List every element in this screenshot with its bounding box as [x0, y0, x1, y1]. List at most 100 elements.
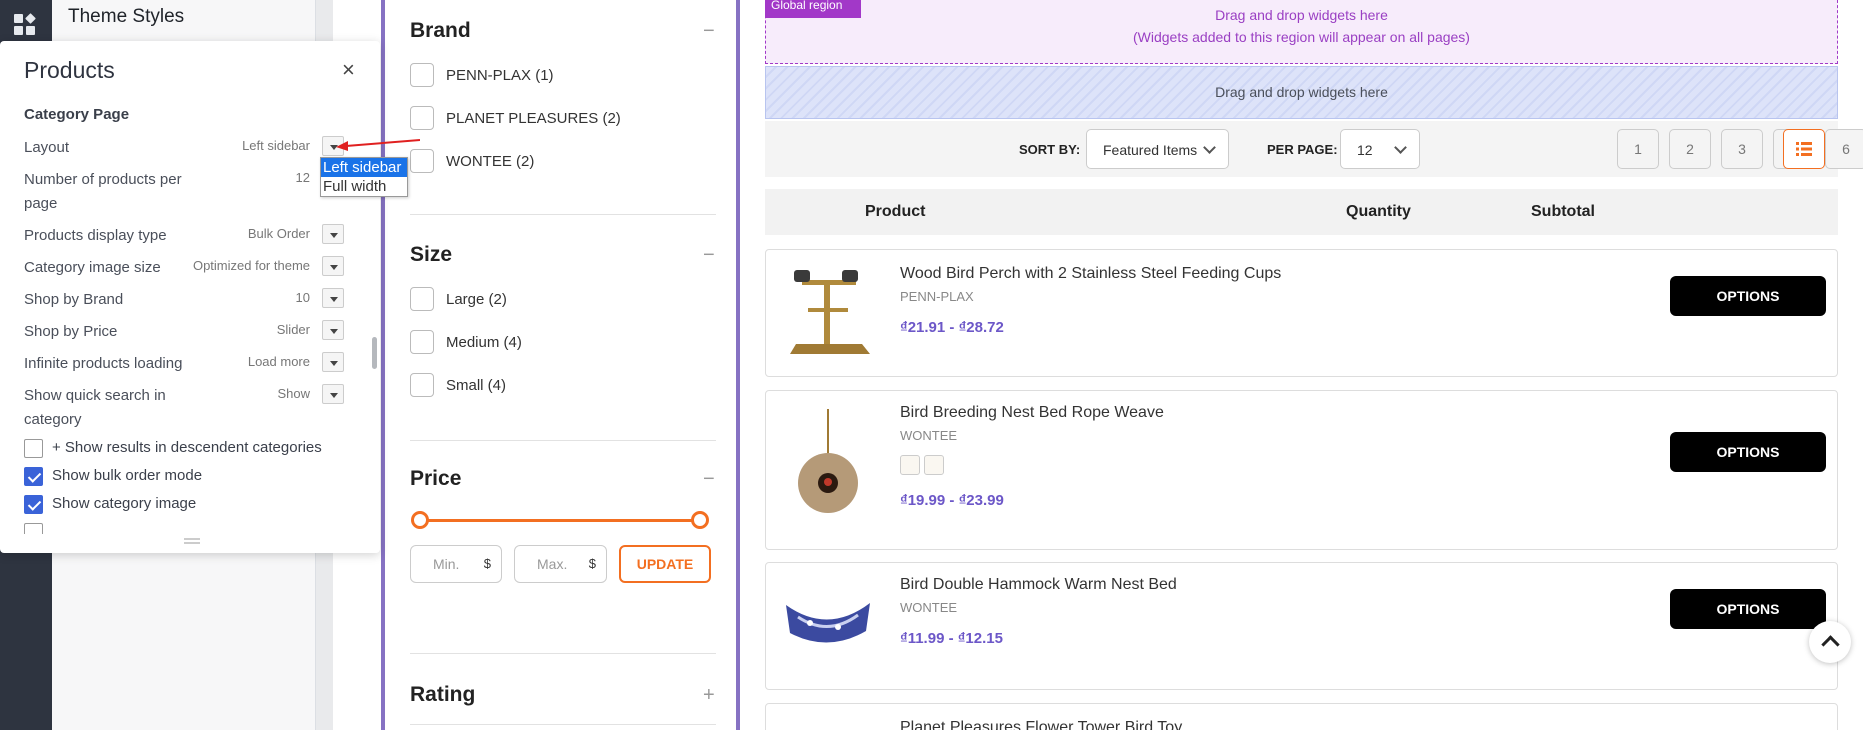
price-slider-max-handle[interactable]	[691, 511, 709, 529]
rating-filter-title[interactable]: Rating	[410, 683, 475, 707]
price-update-button[interactable]: UPDATE	[619, 545, 711, 583]
setting-shop-by-price: Shop by Price Slider	[24, 320, 344, 344]
layout-option-left-sidebar[interactable]: Left sidebar	[321, 158, 407, 177]
price-min-input[interactable]: Min. $	[410, 545, 502, 583]
product-price: ₫11.99 - ₫12.15	[900, 630, 1003, 647]
bulk-order-checkbox[interactable]: Show bulk order mode	[24, 466, 354, 488]
product-table-header: Product Quantity Subtotal	[765, 189, 1838, 235]
sort-label: SORT BY:	[1019, 142, 1081, 157]
per-page-label: PER PAGE:	[1267, 142, 1338, 157]
brand-collapse-icon[interactable]: −	[703, 20, 715, 43]
product-column-header: Product	[865, 203, 926, 220]
display-type-dropdown[interactable]	[322, 224, 344, 244]
size-filter-title[interactable]: Size	[410, 243, 452, 267]
close-icon[interactable]: ×	[342, 59, 355, 81]
product-name[interactable]: Wood Bird Perch with 2 Stainless Steel F…	[900, 265, 1281, 283]
price-max-input[interactable]: Max. $	[514, 545, 607, 583]
section-heading: Category Page	[24, 106, 130, 123]
per-page-select[interactable]: 12	[1340, 129, 1420, 169]
setting-products-per-page: Number of products per page 12	[24, 170, 310, 212]
checkbox[interactable]	[24, 439, 43, 458]
divider	[410, 653, 716, 654]
checkbox[interactable]	[410, 149, 434, 173]
quick-search-dropdown[interactable]	[322, 384, 344, 404]
scroll-to-top-button[interactable]	[1809, 621, 1851, 663]
product-row: Bird Breeding Nest Bed Rope Weave WONTEE…	[765, 390, 1838, 550]
product-price: ₫21.91 - ₫28.72	[900, 319, 1004, 336]
divider	[410, 440, 716, 441]
checkbox[interactable]	[410, 106, 434, 130]
price-collapse-icon[interactable]: −	[703, 468, 715, 491]
checkbox[interactable]	[24, 467, 43, 486]
checkbox[interactable]	[24, 523, 43, 534]
resize-grip-icon[interactable]	[184, 538, 200, 544]
apps-grid-icon[interactable]	[14, 13, 36, 36]
product-name[interactable]: Bird Breeding Nest Bed Rope Weave	[900, 404, 1164, 422]
shop-by-price-dropdown[interactable]	[322, 320, 344, 340]
image-size-dropdown[interactable]	[322, 256, 344, 276]
divider	[410, 724, 716, 725]
brand-filter-title[interactable]: Brand	[410, 19, 471, 43]
product-image[interactable]	[780, 575, 876, 671]
variant-swatch[interactable]	[924, 455, 944, 475]
shop-by-brand-dropdown[interactable]	[322, 288, 344, 308]
setting-category-image-size: Category image size Optimized for theme	[24, 256, 344, 280]
setting-shop-by-brand: Shop by Brand 10	[24, 288, 344, 312]
page-button[interactable]: 2	[1669, 129, 1711, 169]
size-collapse-icon[interactable]: −	[703, 244, 715, 267]
product-image[interactable]	[780, 409, 876, 525]
page-region-dropzone[interactable]: Drag and drop widgets here	[765, 66, 1838, 119]
checkbox[interactable]	[410, 63, 434, 87]
page-canvas: Brand − PENN-PLAX (1) PLANET PLEASURES (…	[333, 0, 1863, 730]
checkbox[interactable]	[410, 373, 434, 397]
divider	[410, 214, 716, 215]
price-slider-track[interactable]	[420, 519, 702, 522]
layout-option-full-width[interactable]: Full width	[321, 177, 407, 196]
chevron-down-icon	[1394, 141, 1407, 154]
rating-expand-icon[interactable]: +	[703, 684, 715, 707]
setting-layout: Layout Left sidebar	[24, 136, 344, 160]
list-view-button[interactable]	[1783, 129, 1825, 169]
page-button[interactable]: 6	[1825, 129, 1863, 169]
price-filter-title[interactable]: Price	[410, 467, 461, 491]
partial-checkbox-row	[24, 522, 354, 534]
list-view-icon	[1796, 142, 1812, 156]
product-price: ₫19.99 - ₫23.99	[900, 492, 1004, 509]
product-brand: WONTEE	[900, 428, 958, 443]
global-region-badge: Global region	[765, 0, 861, 18]
chevron-down-icon	[1203, 141, 1216, 154]
product-name[interactable]: Bird Double Hammock Warm Nest Bed	[900, 576, 1177, 594]
product-image[interactable]	[780, 264, 876, 360]
checkbox[interactable]	[410, 287, 434, 311]
panel-title: Products	[24, 57, 115, 83]
sidebar-right-border	[736, 0, 740, 730]
setting-quick-search: Show quick search in category Show	[24, 384, 344, 432]
sort-select[interactable]: Featured Items	[1086, 129, 1229, 169]
options-button[interactable]: OPTIONS	[1670, 589, 1826, 629]
category-image-checkbox[interactable]: Show category image	[24, 494, 354, 516]
products-settings-panel: Products × Category Page Layout Left sid…	[0, 41, 380, 553]
global-region-dropzone[interactable]: Drag and drop widgets here (Widgets adde…	[765, 0, 1838, 64]
panel-scrollbar[interactable]	[372, 337, 377, 369]
variant-swatch[interactable]	[900, 455, 920, 475]
checkbox[interactable]	[24, 495, 43, 514]
layout-dropdown-list: Left sidebar Full width	[320, 157, 408, 197]
infinite-loading-dropdown[interactable]	[322, 352, 344, 372]
product-row: Wood Bird Perch with 2 Stainless Steel F…	[765, 249, 1838, 377]
global-region-hint: Drag and drop widgets here	[1215, 7, 1388, 23]
options-button[interactable]: OPTIONS	[1670, 276, 1826, 316]
product-name[interactable]: Planet Pleasures Flower Tower Bird Toy	[900, 719, 1182, 730]
price-slider-min-handle[interactable]	[411, 511, 429, 529]
options-button[interactable]: OPTIONS	[1670, 432, 1826, 472]
page-button[interactable]: 3	[1721, 129, 1763, 169]
page-button[interactable]: 1	[1617, 129, 1659, 169]
product-brand: WONTEE	[900, 600, 958, 615]
setting-display-type: Products display type Bulk Order	[24, 224, 344, 248]
product-toolbar: SORT BY: Featured Items PER PAGE: 12 1 2…	[765, 121, 1863, 177]
product-row: Bird Double Hammock Warm Nest Bed WONTEE…	[765, 562, 1838, 690]
subtotal-column-header: Subtotal	[1531, 203, 1595, 220]
checkbox[interactable]	[410, 330, 434, 354]
theme-styles-title: Theme Styles	[68, 6, 185, 27]
setting-infinite-loading: Infinite products loading Load more	[24, 352, 344, 376]
descendent-results-checkbox[interactable]: + Show results in descendent categories	[24, 438, 354, 460]
